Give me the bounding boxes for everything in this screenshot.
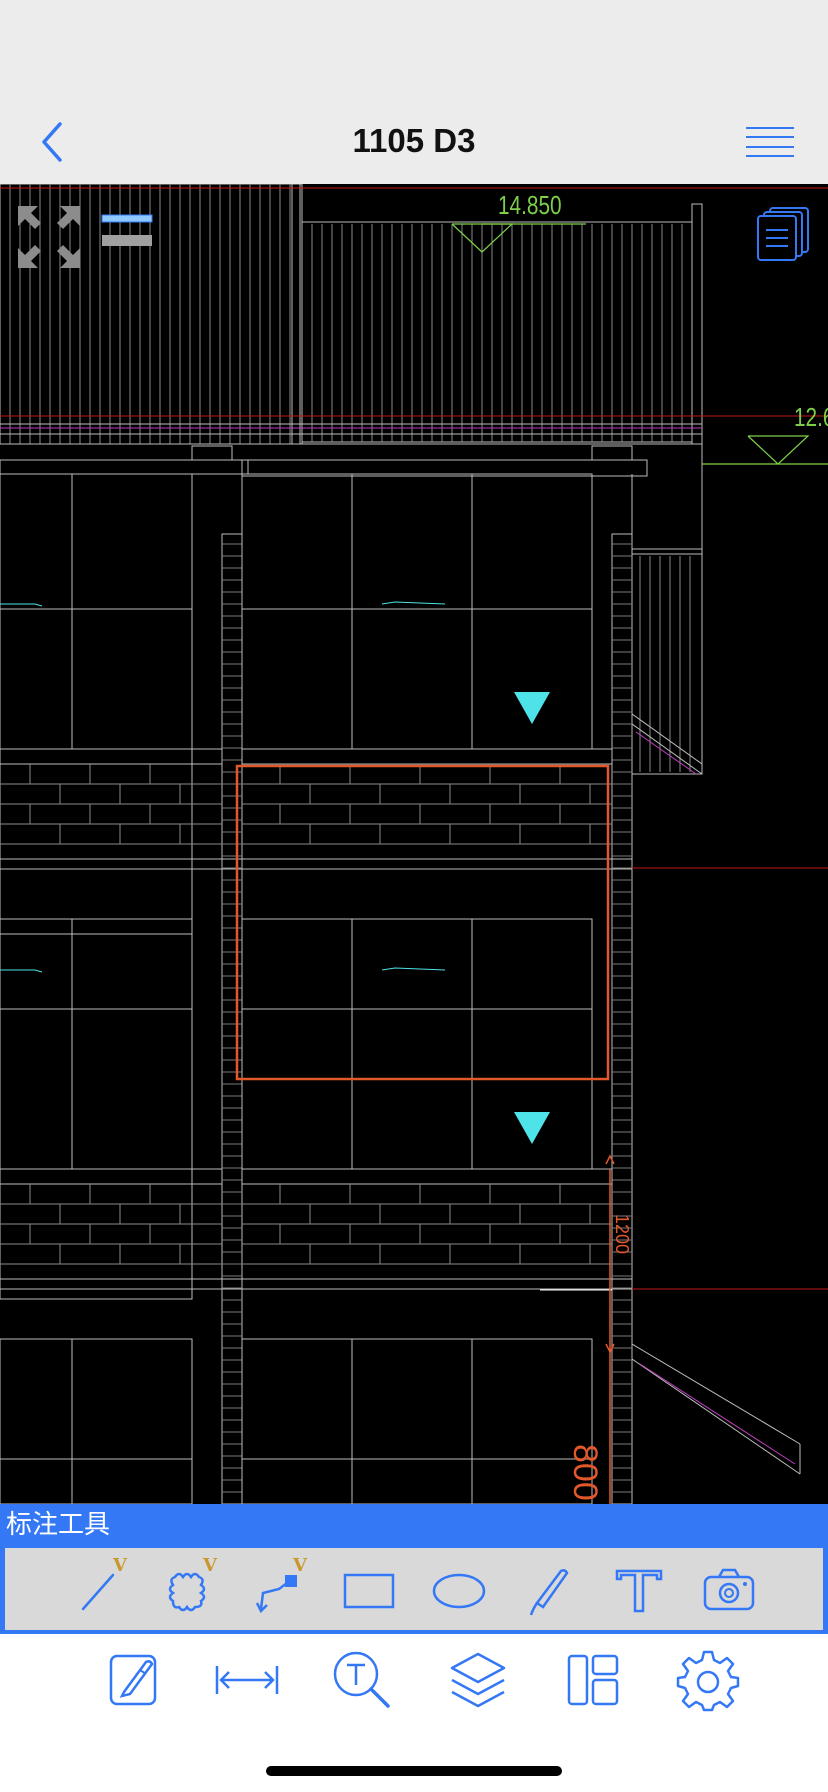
layers-button[interactable] [446, 1648, 510, 1712]
dropdown-indicator: V [113, 1555, 127, 1576]
settings-icon [676, 1650, 740, 1712]
view-marker-2[interactable] [514, 1112, 550, 1144]
layouts-button[interactable] [754, 204, 814, 264]
brick-band-upper [0, 764, 612, 845]
lineweight-button[interactable] [100, 209, 156, 257]
elevation-label-top: 14.850 [498, 191, 562, 220]
text-icon [615, 1569, 663, 1613]
leader-markup-button[interactable]: V [249, 1555, 309, 1619]
pen-icon [529, 1569, 569, 1616]
cad-drawing: 14.850 12.6 1200 800 [0, 184, 828, 1504]
dimension-label-1200: 1200 [612, 1214, 632, 1254]
dropdown-indicator: V [203, 1555, 217, 1576]
camera-markup-button[interactable] [699, 1559, 759, 1619]
layout-icon [567, 1654, 618, 1706]
rectangle-icon [343, 1573, 395, 1609]
ellipse-icon [432, 1573, 486, 1609]
markup-rectangle[interactable] [235, 764, 610, 1081]
edit-button[interactable] [100, 1648, 164, 1712]
dropdown-indicator: V [293, 1555, 307, 1576]
settings-button[interactable] [676, 1648, 740, 1712]
drawing-canvas[interactable]: 14.850 12.6 1200 800 [0, 184, 828, 1504]
text-search-icon [334, 1651, 391, 1708]
edit-icon [109, 1654, 157, 1706]
measure-icon [215, 1666, 279, 1694]
home-indicator [266, 1766, 562, 1776]
cloud-markup-button[interactable]: V [159, 1555, 219, 1619]
fullscreen-button[interactable] [14, 202, 84, 272]
fullscreen-icon [18, 206, 80, 268]
dimension-label-800: 800 [566, 1444, 604, 1501]
lineweight-icon [101, 214, 153, 246]
layers-icon [450, 1652, 505, 1708]
line-markup-button[interactable]: V [69, 1555, 129, 1619]
text-search-button[interactable] [330, 1648, 394, 1712]
rectangle-markup-button[interactable] [339, 1559, 399, 1619]
elevation-label-right: 12.6 [794, 403, 828, 432]
page-title: 1105 D3 [352, 122, 476, 159]
annotation-toolbar-header: 标注工具 [0, 1504, 828, 1546]
ellipse-markup-button[interactable] [429, 1559, 489, 1619]
view-marker-1[interactable] [514, 692, 550, 724]
measure-button[interactable] [215, 1648, 279, 1712]
menu-button[interactable] [742, 120, 798, 164]
window-upper [0, 473, 613, 935]
railing-right [301, 203, 703, 445]
window-lower [0, 1338, 593, 1504]
text-markup-button[interactable] [609, 1559, 669, 1619]
status-bar [0, 0, 828, 100]
layouts-icon [757, 207, 809, 261]
annotation-toolbar: V V V [0, 1546, 828, 1634]
layout-button[interactable] [561, 1648, 625, 1712]
pen-markup-button[interactable] [519, 1559, 579, 1619]
window-middle [0, 918, 613, 1300]
nav-bar: 1105 D3 [0, 100, 828, 184]
camera-icon [703, 1568, 755, 1611]
menu-icon [746, 127, 794, 157]
brick-band-middle [0, 1184, 612, 1265]
